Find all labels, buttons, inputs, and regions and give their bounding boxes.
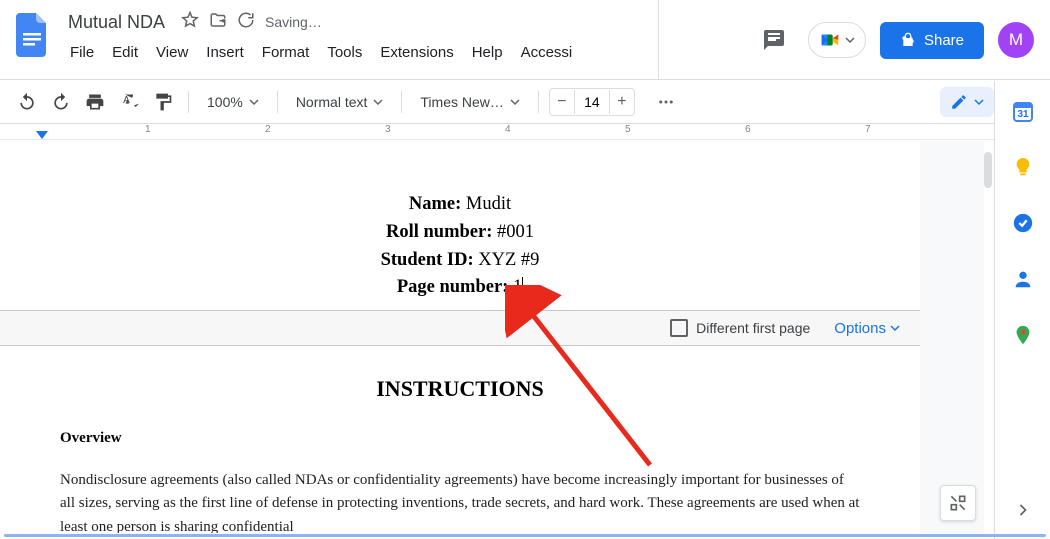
document-title[interactable]: Mutual NDA	[62, 10, 171, 35]
maps-icon[interactable]	[1011, 323, 1035, 347]
page: Name: Mudit Roll number: #001 Student ID…	[0, 141, 920, 533]
redo-button[interactable]	[46, 87, 76, 117]
checkbox-icon[interactable]	[670, 319, 688, 337]
body-paragraph: Nondisclosure agreements (also called ND…	[60, 469, 860, 533]
ruler-mark: 4	[505, 124, 511, 140]
scrollbar-thumb[interactable]	[984, 152, 992, 188]
page-body[interactable]: INSTRUCTIONS Overview Nondisclosure agre…	[0, 346, 920, 533]
docs-logo[interactable]	[12, 8, 52, 62]
menu-edit[interactable]: Edit	[104, 40, 146, 65]
meet-button[interactable]	[808, 22, 866, 58]
side-panel-expand[interactable]	[1013, 500, 1033, 525]
instructions-heading: INSTRUCTIONS	[60, 376, 860, 402]
more-toolbar-button[interactable]	[651, 87, 681, 117]
keep-icon[interactable]	[1011, 155, 1035, 179]
menu-file[interactable]: File	[62, 40, 102, 65]
font-size-decrease[interactable]: −	[550, 89, 574, 115]
ruler-mark: 2	[265, 124, 271, 140]
svg-text:A: A	[123, 94, 130, 105]
font-size-value[interactable]: 14	[574, 90, 610, 114]
font-size-control: − 14 +	[549, 88, 635, 116]
contacts-icon[interactable]	[1011, 267, 1035, 291]
save-status: Saving…	[265, 14, 322, 30]
toolbar: A 100% Normal text Times New… − 14 +	[0, 80, 1050, 124]
menu-help[interactable]: Help	[464, 40, 511, 65]
zoom-dropdown[interactable]: 100%	[199, 90, 267, 114]
move-icon[interactable]	[209, 11, 227, 34]
undo-button[interactable]	[12, 87, 42, 117]
different-first-page-checkbox[interactable]: Different first page	[670, 319, 810, 337]
menu-insert[interactable]: Insert	[198, 40, 252, 65]
ruler[interactable]: 1 2 3 4 5 6 7	[0, 124, 1050, 140]
calendar-icon[interactable]: 31	[1011, 99, 1035, 123]
cloud-status-icon	[237, 11, 255, 34]
styles-dropdown[interactable]: Normal text	[288, 90, 392, 114]
explore-button[interactable]	[940, 485, 976, 521]
ruler-mark: 6	[745, 124, 751, 140]
indent-marker[interactable]	[36, 128, 48, 140]
ruler-mark: 1	[145, 124, 151, 140]
editing-mode-button[interactable]	[940, 87, 994, 117]
font-size-increase[interactable]: +	[610, 89, 634, 115]
header-options-bar: Different first page Options	[0, 310, 920, 346]
ruler-mark: 7	[865, 124, 871, 140]
window-focus-border	[4, 534, 1046, 537]
ruler-mark: 5	[625, 124, 631, 140]
menu-tools[interactable]: Tools	[319, 40, 370, 65]
menu-extensions[interactable]: Extensions	[372, 40, 461, 65]
comments-button[interactable]	[754, 20, 794, 60]
menu-view[interactable]: View	[148, 40, 196, 65]
account-avatar[interactable]: M	[998, 22, 1034, 58]
paint-format-button[interactable]	[148, 87, 178, 117]
share-button[interactable]: Share	[880, 22, 984, 59]
overview-heading: Overview	[60, 430, 860, 447]
menu-format[interactable]: Format	[254, 40, 318, 65]
font-dropdown[interactable]: Times New…	[412, 90, 528, 114]
panel-divider	[658, 0, 659, 80]
tasks-icon[interactable]	[1011, 211, 1035, 235]
header-options-dropdown[interactable]: Options	[834, 320, 900, 337]
document-area[interactable]: Name: Mudit Roll number: #001 Student ID…	[0, 141, 984, 533]
spellcheck-button[interactable]: A	[114, 87, 144, 117]
side-panel: 31	[994, 81, 1050, 539]
svg-text:31: 31	[1017, 109, 1029, 120]
ruler-mark: 3	[385, 124, 391, 140]
menu-accessibility[interactable]: Accessi	[513, 40, 581, 65]
print-button[interactable]	[80, 87, 110, 117]
share-label: Share	[924, 32, 964, 49]
page-header[interactable]: Name: Mudit Roll number: #001 Student ID…	[0, 141, 920, 310]
star-icon[interactable]	[181, 11, 199, 34]
